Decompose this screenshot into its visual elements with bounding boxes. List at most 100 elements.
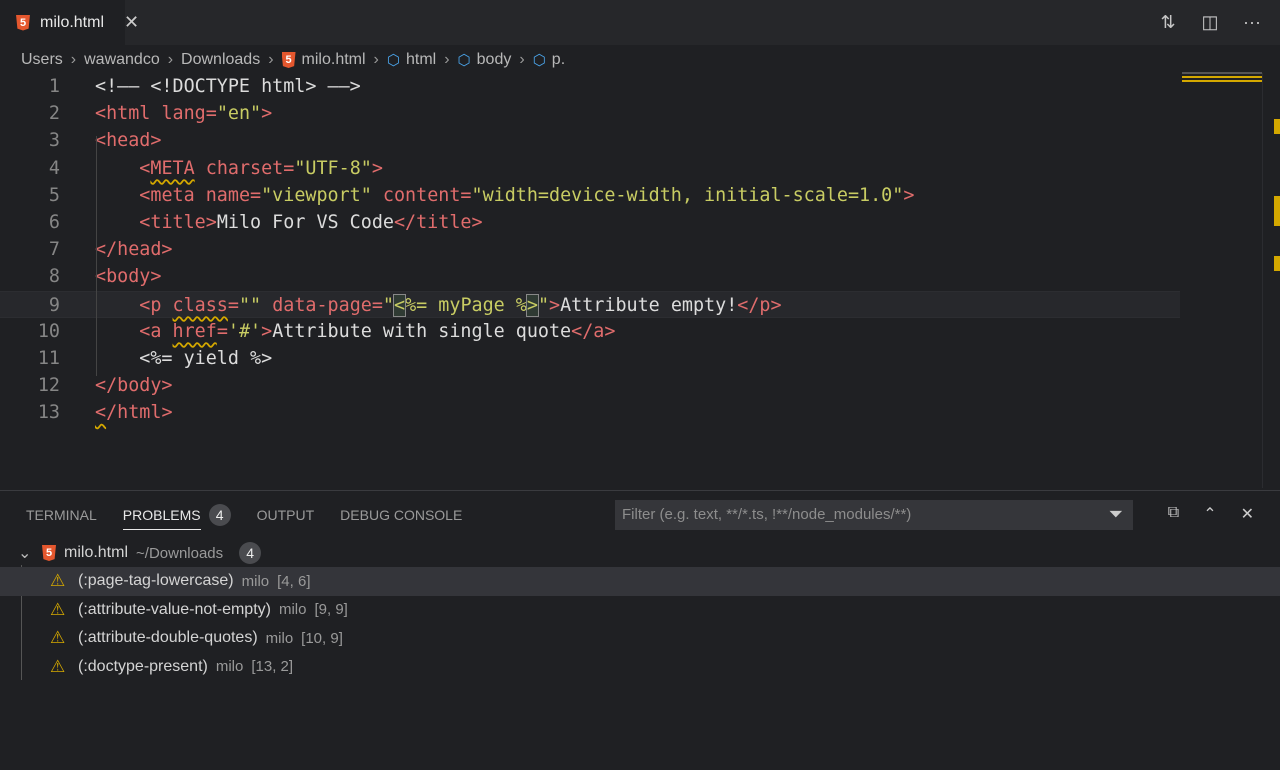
code-token: <head> (95, 130, 162, 152)
code-token: < (392, 293, 407, 317)
line-number: 9 (48, 294, 60, 316)
filter-icon[interactable]: ⏷ (1109, 504, 1123, 525)
crumb-wawandco[interactable]: wawandco (84, 51, 160, 69)
code-text: <META charset="UTF-8"> (95, 155, 383, 182)
warning-marker (1274, 119, 1280, 134)
tab-title: milo.html (40, 13, 105, 31)
split-editor-icon[interactable]: ◫ (1200, 12, 1220, 33)
line-number: 6 (48, 211, 60, 233)
more-icon[interactable]: ··· (1242, 12, 1262, 33)
panel-tab-debug-console[interactable]: DEBUG CONSOLE (340, 507, 462, 523)
code-line[interactable]: 8 <body> (0, 263, 1180, 290)
crumb-p[interactable]: p. (552, 51, 565, 69)
cube-icon: ⬡ (386, 52, 400, 69)
code-text: </head> (95, 236, 173, 263)
close-icon[interactable]: ✕ (124, 12, 139, 33)
code-token: Attribute with single quote (272, 320, 572, 342)
code-text: <a href='#'>Attribute with single quote<… (95, 318, 615, 345)
problem-count-badge: 4 (239, 542, 262, 564)
code-line[interactable]: 13 </html> (0, 399, 1180, 426)
problem-pos: [13, 2] (251, 658, 294, 676)
code-token: content= (371, 184, 472, 206)
file-path: ~/Downloads (136, 544, 224, 562)
warning-icon: ⚠ (50, 656, 66, 676)
code-token: href (172, 320, 217, 342)
line-number: 10 (37, 320, 60, 342)
html5-icon: 5 (281, 52, 296, 68)
problem-item[interactable]: ⚠ (:attribute-value-not-empty) milo [9, 9] (0, 596, 1280, 625)
code-text: </body> (95, 372, 173, 399)
code-line[interactable]: 7 </head> (0, 236, 1180, 263)
code-token: <title> (139, 211, 217, 233)
line-number: 8 (48, 266, 60, 288)
code-line[interactable]: 12 </body> (0, 372, 1180, 399)
problem-code: (:attribute-value-not-empty) (78, 600, 271, 618)
code-text: <html lang="en"> (95, 100, 272, 127)
code-line[interactable]: 10 <a href='#'>Attribute with single quo… (0, 318, 1180, 345)
maximize-panel-icon[interactable]: ⌃ (1203, 504, 1216, 524)
problem-item[interactable]: ⚠ (:page-tag-lowercase) milo [4, 6] (0, 567, 1280, 596)
code-token: <a (139, 320, 173, 342)
source-control-compare-icon[interactable]: ⇅ (1158, 12, 1178, 33)
minimap[interactable] (1182, 72, 1262, 92)
tab-label: OUTPUT (256, 507, 315, 523)
collapse-all-icon[interactable]: ⧉ (1168, 504, 1179, 524)
panel-tab-terminal[interactable]: TERMINAL (26, 507, 97, 523)
crumb-html[interactable]: html (406, 51, 436, 69)
problem-item[interactable]: ⚠ (:attribute-double-quotes) milo [10, 9] (0, 624, 1280, 653)
code-token: = (227, 294, 239, 316)
code-token: <body> (95, 266, 162, 288)
crumb-downloads[interactable]: Downloads (181, 51, 260, 69)
line-number: 1 (48, 76, 60, 97)
panel-tab-output[interactable]: OUTPUT (257, 507, 315, 523)
code-token: '#' (227, 320, 262, 342)
crumb-body[interactable]: body (477, 51, 512, 69)
code-token: <p (139, 294, 173, 316)
warning-icon: ⚠ (50, 599, 66, 619)
code-line[interactable]: 4 <META charset="UTF-8"> (0, 155, 1180, 182)
code-token: > (525, 293, 539, 317)
crumb-users[interactable]: Users (21, 51, 63, 69)
code-text: <p class="" data-page="<%= myPage %>">At… (95, 292, 782, 319)
code-token: < (139, 157, 151, 179)
code-line[interactable]: 1 <!—— <!DOCTYPE html> ——> (0, 73, 1180, 100)
code-token: Attribute empty! (560, 294, 738, 316)
problem-pos: [10, 9] (301, 629, 343, 647)
code-line[interactable]: 5 <meta name="viewport" content="width=d… (0, 182, 1180, 209)
code-line[interactable]: 2 <html lang="en"> (0, 100, 1180, 127)
code-line[interactable]: 11 <%= yield %> (0, 345, 1180, 372)
tab-label: TERMINAL (26, 507, 97, 523)
problem-source: milo (215, 658, 244, 676)
scrollbar[interactable] (1262, 73, 1280, 488)
code-token: </a> (571, 320, 616, 342)
code-line[interactable]: 3 <head> (0, 127, 1180, 154)
tab-label: DEBUG CONSOLE (340, 507, 463, 523)
line-number: 3 (48, 130, 60, 152)
problem-pos: [9, 9] (314, 601, 348, 619)
code-token: Milo For VS Code (216, 211, 394, 233)
cube-icon: ⬡ (532, 52, 546, 69)
filter-input[interactable]: Filter (e.g. text, **/*.ts, !**/node_mod… (615, 500, 1133, 530)
code-token: lang= (161, 103, 217, 125)
editor-tab[interactable]: 5 milo.html ✕ (0, 0, 139, 45)
close-panel-icon[interactable]: ✕ (1241, 504, 1254, 524)
problem-file[interactable]: ⌄ 5 milo.html ~/Downloads 4 (0, 539, 1280, 567)
panel-tab-problems[interactable]: PROBLEMS (122, 501, 201, 530)
code-text: <!—— <!DOCTYPE html> ——> (95, 73, 361, 100)
code-editor[interactable]: 1 <!—— <!DOCTYPE html> ——> 2 <html lang="en… (0, 73, 1180, 488)
code-text: <%= yield %> (95, 345, 272, 372)
code-line[interactable]: 6 <title>Milo For VS Code</title> (0, 209, 1180, 236)
problem-item[interactable]: ⚠ (:doctype-present) milo [13, 2] (0, 653, 1280, 682)
line-number: 4 (48, 157, 60, 179)
crumb-file[interactable]: milo.html (302, 51, 366, 69)
warning-marker (1274, 256, 1280, 271)
code-token: "viewport" (261, 184, 372, 206)
warning-marker (1274, 196, 1280, 226)
code-token: > (549, 294, 561, 316)
chevron-down-icon[interactable]: ⌄ (18, 543, 34, 563)
warning-icon: ⚠ (50, 571, 66, 591)
code-line[interactable]: 9 <p class="" data-page="<%= myPage %>">… (0, 290, 1180, 319)
